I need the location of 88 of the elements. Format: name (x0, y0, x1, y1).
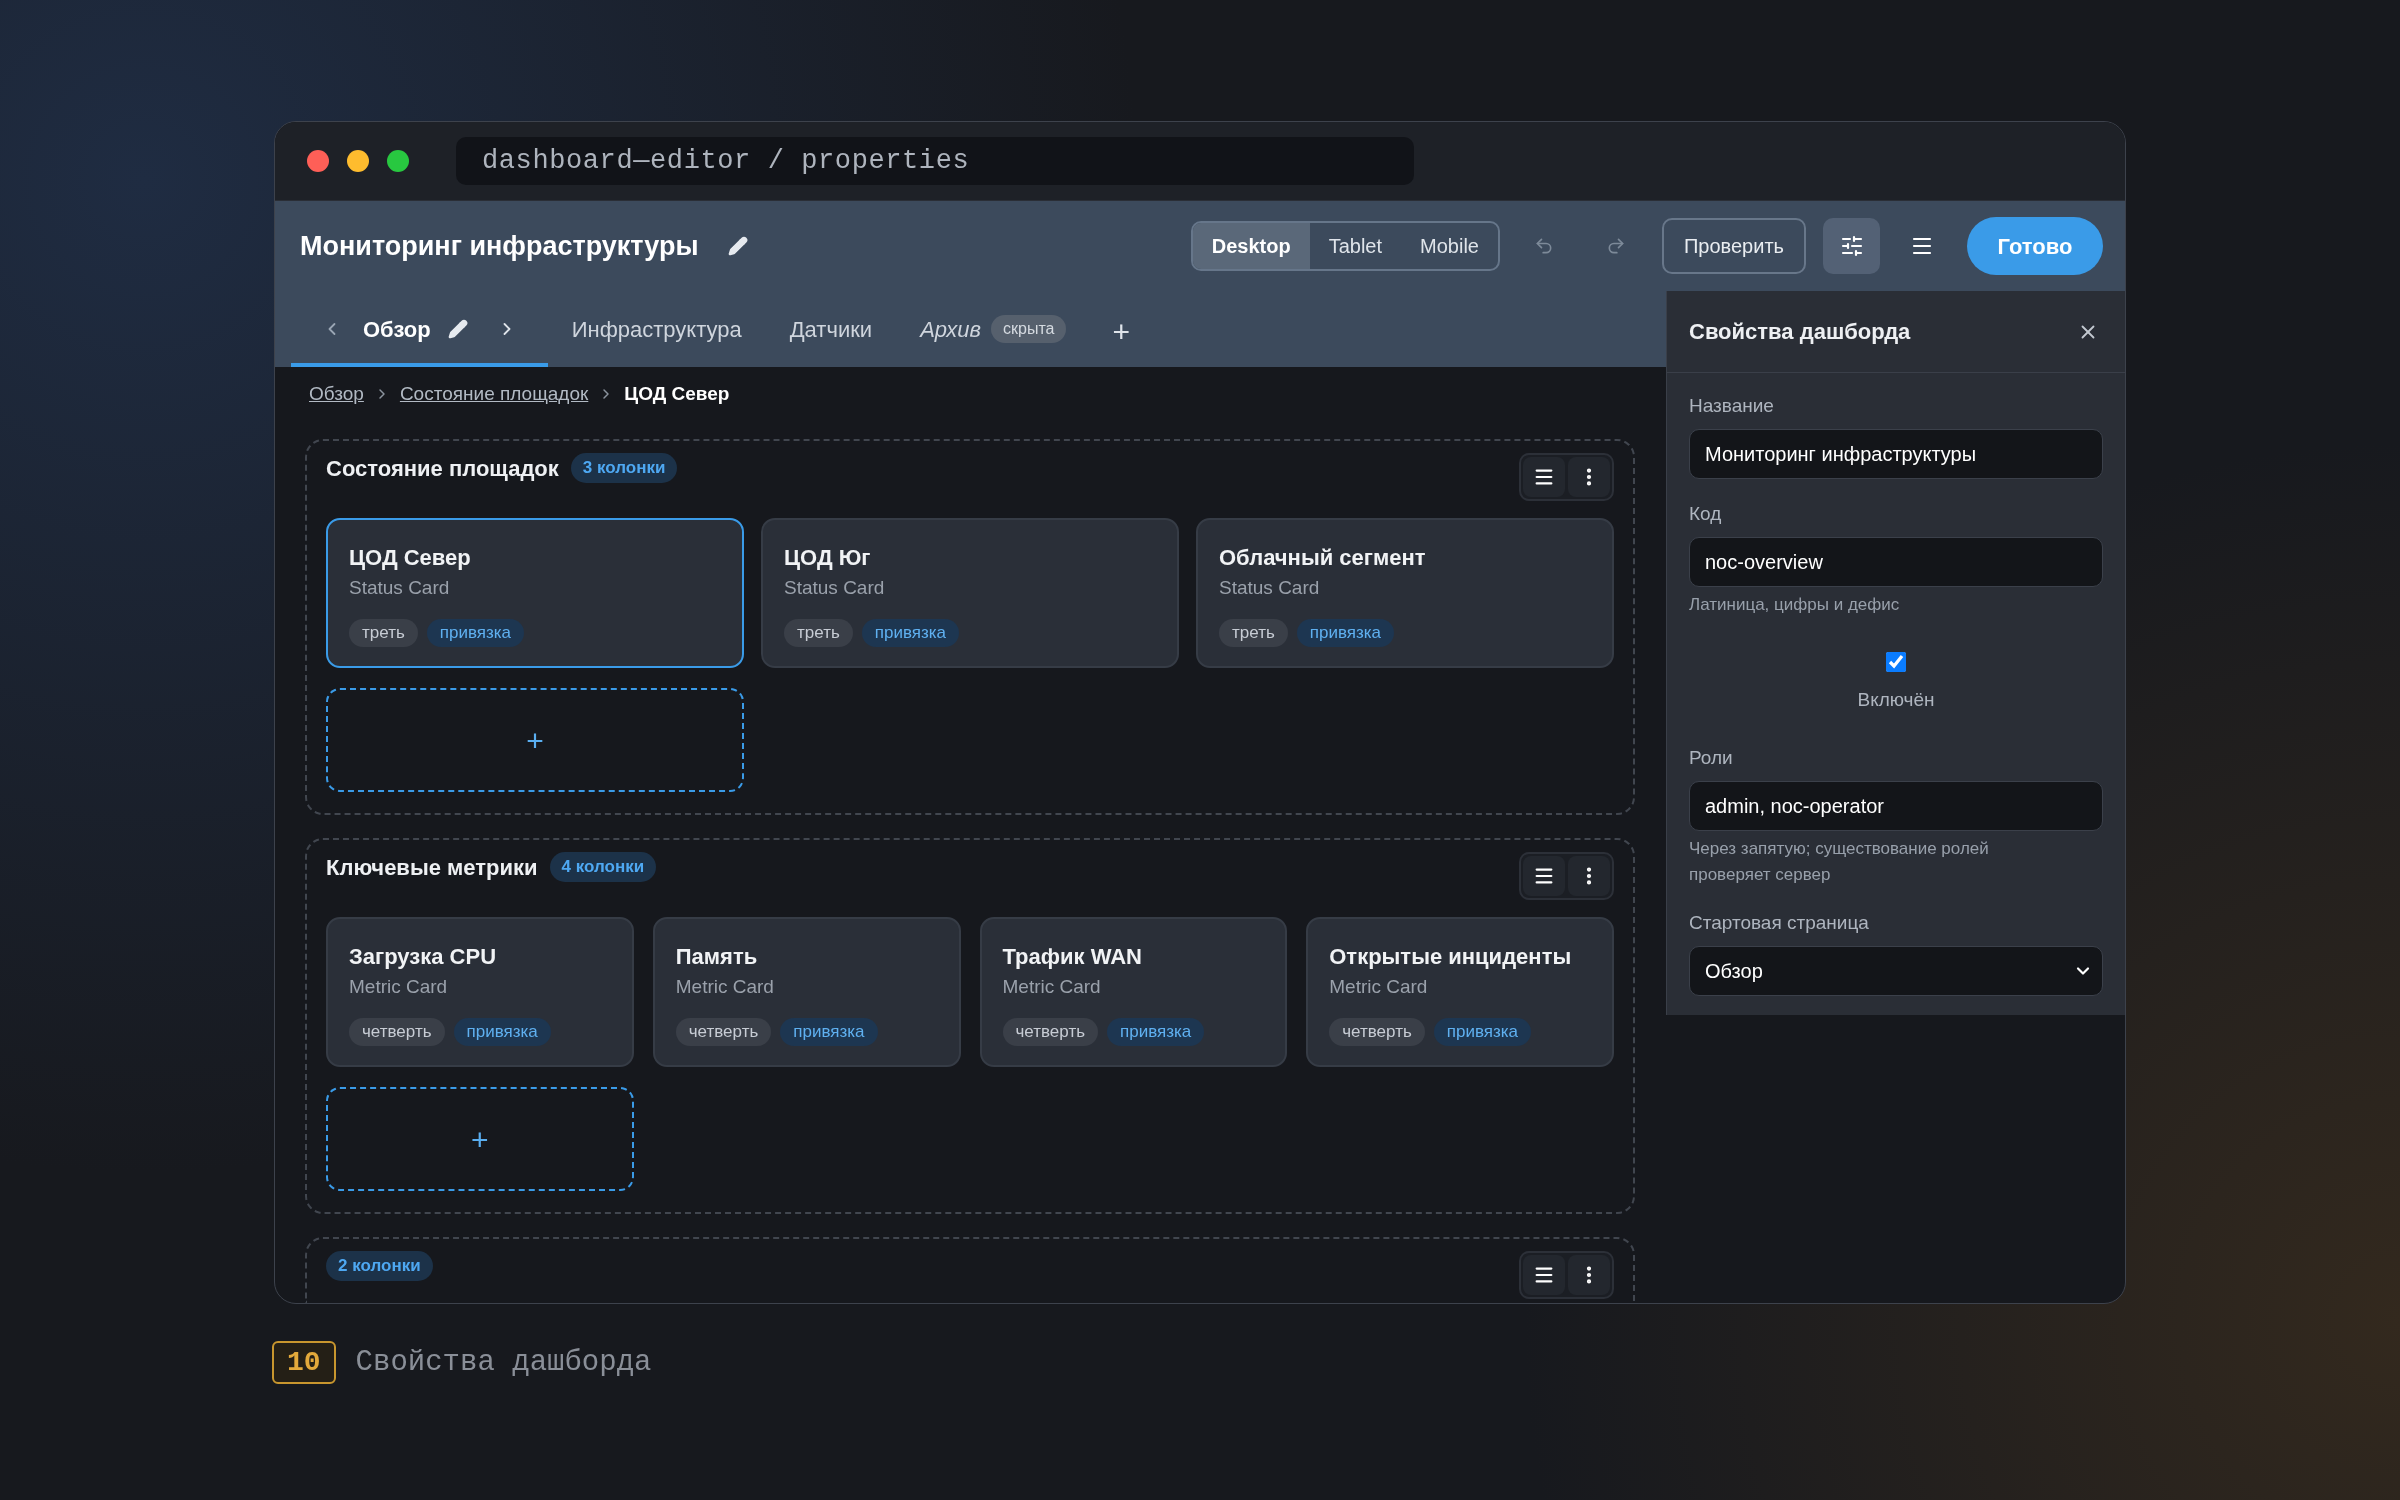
text-field[interactable]: admin, noc-operator (1689, 781, 2103, 831)
binding-tag: привязка (1296, 619, 1395, 647)
field-hint: Через запятую; существование ролей проверяет сервер (1689, 838, 1990, 886)
text-field[interactable]: noc-overview (1689, 537, 2103, 587)
tab[interactable]: Обзор (291, 291, 548, 367)
more-button[interactable] (1568, 856, 1610, 896)
tab[interactable]: Датчики (765, 291, 897, 367)
hidden-badge: скрыта (991, 315, 1067, 343)
size-tag: треть (1219, 619, 1288, 647)
card-title: Память (675, 943, 758, 971)
columns-badge: 3 колонки (570, 453, 678, 483)
card-type: Metric Card (1329, 975, 1428, 999)
pencil-icon[interactable] (447, 319, 468, 339)
view-tab[interactable]: Tablet (1309, 223, 1402, 269)
panel-title: Свойства дашборда (1689, 318, 1911, 346)
step-number: 10 (272, 1341, 336, 1385)
step-caption: Свойства дашборда (355, 1345, 652, 1381)
add-tab-button[interactable]: + (1102, 291, 1140, 367)
card-type: Metric Card (349, 975, 448, 999)
menu-icon[interactable] (1533, 865, 1555, 887)
list-button[interactable] (1523, 856, 1565, 896)
size-tag: треть (784, 619, 853, 647)
size-tag: треть (349, 619, 418, 647)
menu-icon[interactable] (1533, 1264, 1555, 1286)
dashboard-title: Мониторинг инфраструктуры (300, 229, 699, 263)
binding-tag: привязка (780, 1018, 878, 1046)
binding-tag: привязка (1107, 1018, 1205, 1046)
breadcrumb-current: ЦОД Север (624, 381, 730, 406)
breadcrumb-link[interactable]: Состояние площадок (399, 379, 589, 409)
menu-icon[interactable] (1533, 466, 1555, 488)
more-button[interactable] (1568, 1255, 1610, 1295)
field-label: Название (1689, 394, 1774, 418)
more-button[interactable] (1568, 457, 1610, 497)
tab[interactable]: Архив скрыта (896, 291, 1091, 367)
add-widget-button[interactable]: + (326, 1087, 634, 1191)
add-widget-button[interactable]: + (326, 688, 744, 792)
binding-tag: привязка (453, 1018, 551, 1046)
card-type: Status Card (349, 576, 450, 600)
maximize-window-icon[interactable] (387, 150, 409, 172)
list-button[interactable] (1523, 457, 1565, 497)
card-title: ЦОД Юг (784, 544, 871, 572)
enabled-checkbox[interactable] (1886, 652, 1906, 672)
view-tab[interactable]: Desktop (1192, 223, 1310, 269)
widget-card[interactable]: Облачный сегмент Status Card треть привязка (1196, 518, 1614, 668)
field-hint: Латиница, цифры и дефис (1689, 594, 1900, 616)
card-type: Status Card (1219, 576, 1320, 600)
section-title: Состояние площадок (326, 454, 559, 483)
view-tab[interactable]: Mobile (1401, 223, 1498, 269)
minimize-window-icon[interactable] (347, 150, 369, 172)
binding-tag: привязка (426, 619, 525, 647)
card-title: ЦОД Север (349, 544, 471, 572)
size-tag: четверть (675, 1018, 772, 1046)
widget-card[interactable]: ЦОД Юг Status Card треть привязка (761, 518, 1179, 668)
list-button[interactable] (1523, 1255, 1565, 1295)
window-title: dashboard—editor / properties (456, 137, 1414, 185)
pencil-icon[interactable] (728, 236, 749, 256)
start-page-select[interactable]: Обзор (1689, 946, 2103, 996)
binding-tag: привязка (861, 619, 960, 647)
card-title: Трафик WAN (1002, 943, 1142, 971)
widget-card[interactable]: Загрузка CPU Metric Card четверть привязка (326, 917, 634, 1067)
text-field[interactable]: Мониторинг инфраструктуры (1689, 429, 2103, 479)
field-label: Стартовая страница (1689, 911, 1869, 935)
widget-card[interactable]: Открытые инциденты Metric Card четверть привязка (1306, 917, 1614, 1067)
size-tag: четверть (1329, 1018, 1425, 1046)
close-window-icon[interactable] (307, 150, 329, 172)
field-label: Роли (1689, 746, 1733, 770)
field-label: Код (1689, 502, 1722, 526)
card-type: Metric Card (675, 975, 774, 999)
columns-badge: 2 колонки (326, 1251, 433, 1281)
sliders-icon[interactable] (1839, 234, 1864, 258)
section-title: Ключевые метрики (326, 853, 538, 882)
card-title: Загрузка CPU (349, 943, 497, 971)
widget-card[interactable]: ЦОД Север Status Card треть привязка (326, 518, 744, 668)
properties-toggle-button[interactable] (1823, 218, 1880, 274)
tab[interactable]: Инфраструктура (547, 291, 766, 367)
card-title: Открытые инциденты (1329, 943, 1572, 971)
breadcrumb-link[interactable]: Обзор (309, 379, 364, 409)
size-tag: четверть (1002, 1018, 1099, 1046)
size-tag: четверть (349, 1018, 445, 1046)
card-title: Облачный сегмент (1219, 544, 1426, 572)
widget-card[interactable]: Память Metric Card четверть привязка (652, 917, 961, 1067)
widget-card[interactable]: Трафик WAN Metric Card четверть привязка (979, 917, 1288, 1067)
check-button[interactable]: Проверить (1661, 218, 1806, 274)
card-type: Status Card (784, 576, 885, 600)
binding-tag: привязка (1433, 1018, 1532, 1046)
card-type: Metric Card (1002, 975, 1101, 999)
columns-badge: 4 колонки (549, 852, 657, 882)
checkbox-label: Включён (1857, 688, 1935, 712)
